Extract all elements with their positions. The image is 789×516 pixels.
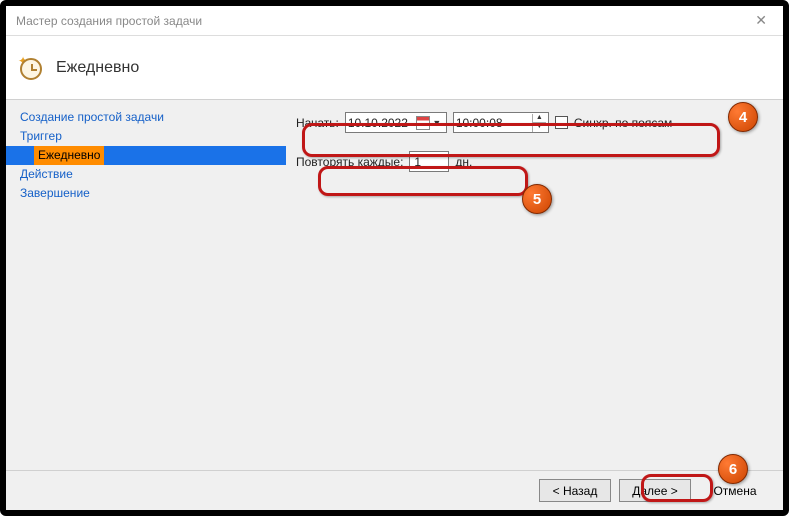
- repeat-value-input[interactable]: 1: [409, 151, 449, 172]
- sidebar-item-daily[interactable]: Ежедневно: [6, 146, 286, 165]
- window-title: Мастер создания простой задачи: [16, 14, 202, 28]
- calendar-icon[interactable]: [416, 116, 430, 130]
- sidebar-item-create[interactable]: Создание простой задачи: [6, 108, 286, 127]
- time-spinner[interactable]: ▲ ▼: [532, 114, 546, 132]
- back-button[interactable]: < Назад: [539, 479, 611, 502]
- wizard-main: Начать: 10.10.2022 ▼ 10:00:08 ▲ ▼: [286, 100, 783, 470]
- wizard-footer: < Назад Далее > Отмена: [6, 470, 783, 510]
- start-date-input[interactable]: 10.10.2022 ▼: [345, 112, 447, 133]
- page-title: Ежедневно: [56, 59, 139, 77]
- repeat-label: Повторять каждые:: [296, 155, 403, 169]
- spin-up-icon[interactable]: ▲: [532, 114, 546, 123]
- sync-checkbox[interactable]: [555, 116, 568, 129]
- chevron-down-icon[interactable]: ▼: [430, 118, 444, 128]
- start-time-input[interactable]: 10:00:08 ▲ ▼: [453, 112, 549, 133]
- time-value: 10:00:08: [456, 116, 503, 130]
- start-label: Начать:: [296, 116, 339, 130]
- sidebar-item-finish[interactable]: Завершение: [6, 184, 286, 203]
- sidebar-item-label: Ежедневно: [34, 146, 104, 165]
- wizard-header: ✦ Ежедневно: [6, 36, 783, 100]
- next-button[interactable]: Далее >: [619, 479, 691, 502]
- annotation-badge-6: 6: [718, 454, 748, 484]
- repeat-unit: дн.: [455, 155, 472, 169]
- sync-label: Синхр. по поясам: [574, 116, 672, 130]
- sidebar-item-trigger[interactable]: Триггер: [6, 127, 286, 146]
- annotation-badge-5: 5: [522, 184, 552, 214]
- spin-down-icon[interactable]: ▼: [532, 123, 546, 132]
- annotation-badge-4: 4: [728, 102, 758, 132]
- wizard-sidebar: Создание простой задачи Триггер Ежедневн…: [6, 100, 286, 470]
- close-icon[interactable]: ✕: [749, 12, 773, 29]
- wizard-window: Мастер создания простой задачи ✕ ✦ Ежедн…: [6, 6, 783, 510]
- titlebar: Мастер создания простой задачи ✕: [6, 6, 783, 36]
- repeat-value: 1: [414, 155, 421, 169]
- clock-icon: ✦: [18, 54, 46, 82]
- sidebar-item-action[interactable]: Действие: [6, 165, 286, 184]
- date-value: 10.10.2022: [348, 116, 408, 130]
